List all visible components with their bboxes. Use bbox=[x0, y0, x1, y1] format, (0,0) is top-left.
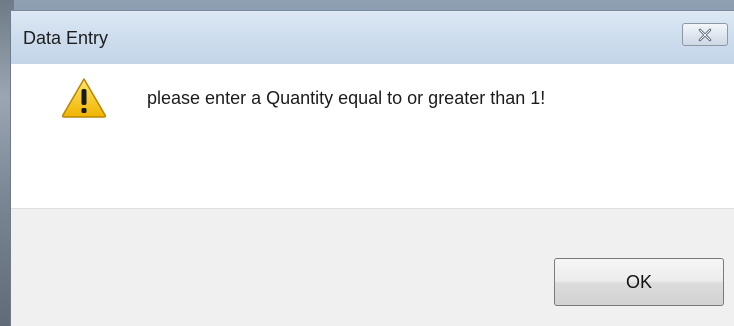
message-area bbox=[11, 64, 734, 208]
window-title: Data Entry bbox=[23, 28, 109, 48]
message-text: please enter a Quantity equal to or grea… bbox=[147, 88, 546, 108]
message-dialog: Data Entry please enter a Quantity equal… bbox=[10, 10, 734, 326]
ok-button[interactable]: OK bbox=[554, 258, 724, 306]
warning-icon bbox=[61, 78, 107, 118]
title-bar[interactable]: Data Entry bbox=[11, 11, 734, 64]
close-button[interactable] bbox=[682, 23, 728, 46]
close-icon bbox=[698, 28, 712, 41]
